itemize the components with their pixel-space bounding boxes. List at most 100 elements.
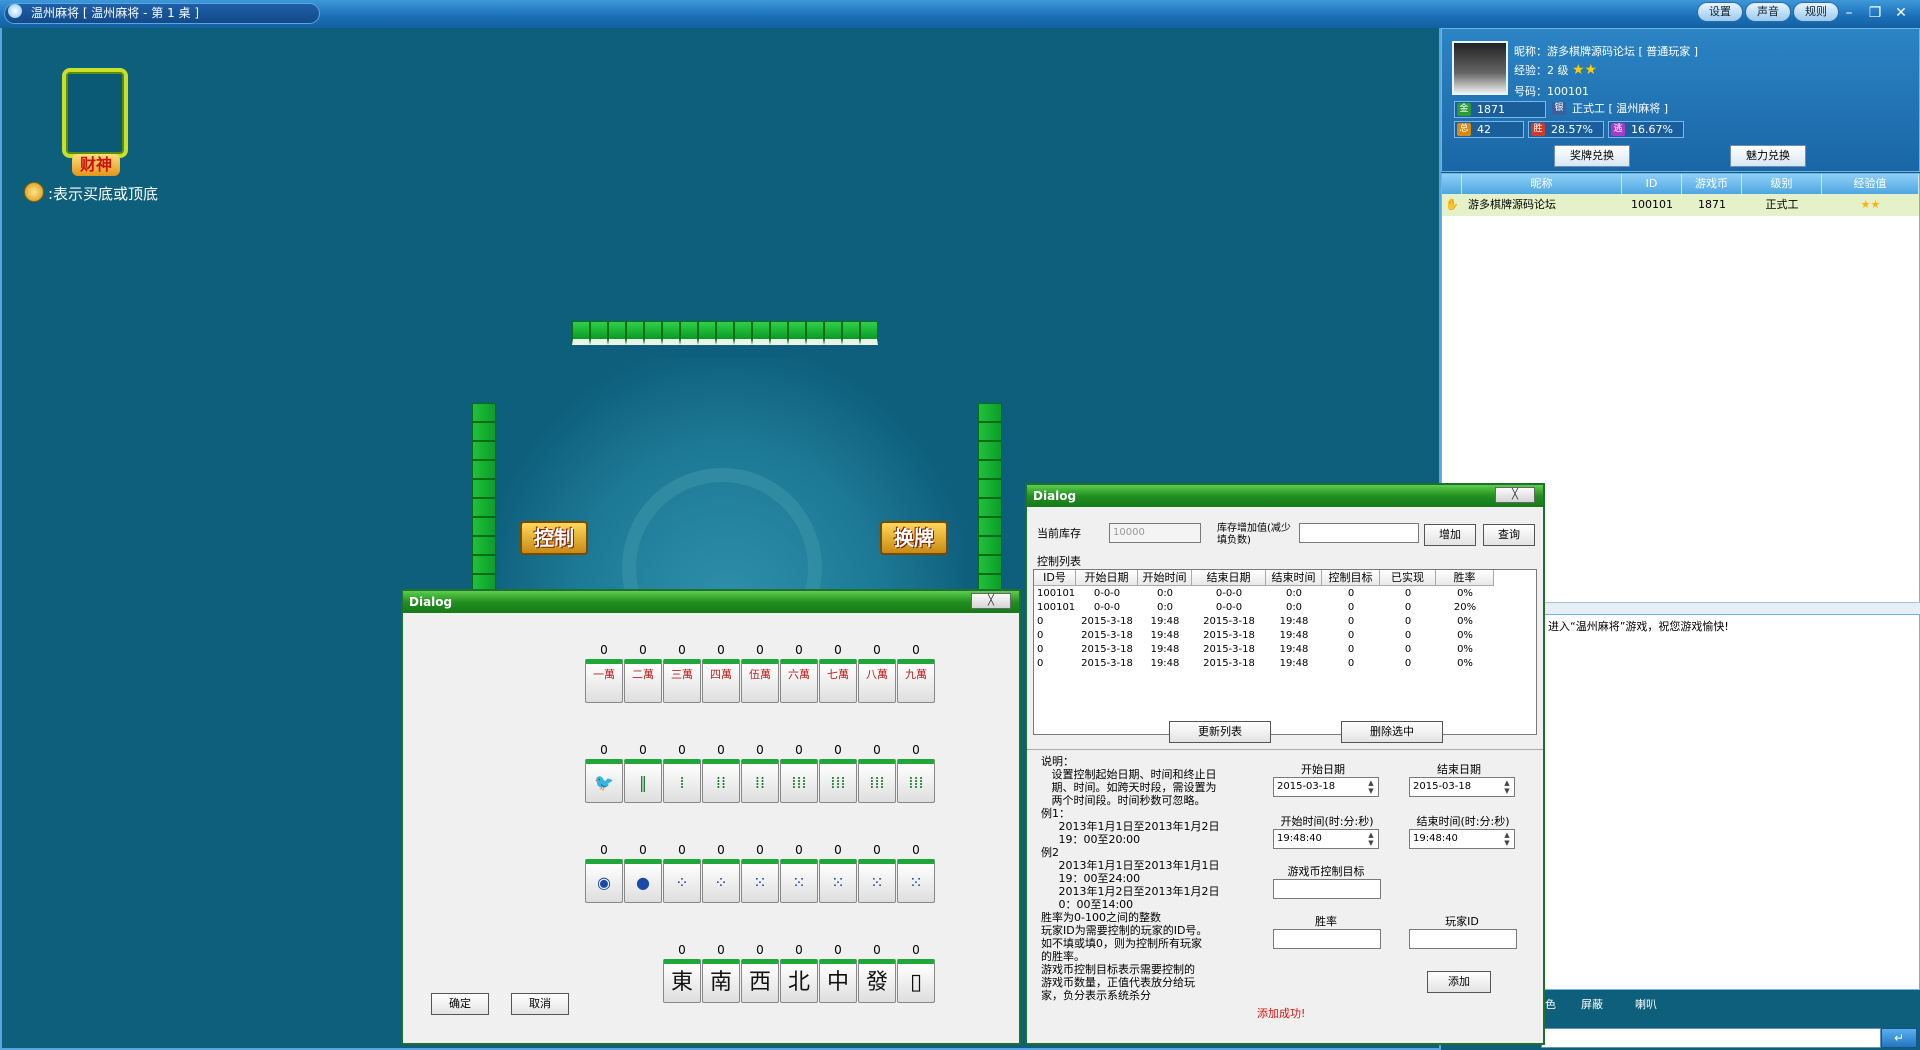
- mahjong-tile[interactable]: 0發: [858, 943, 896, 1003]
- spinner-icon[interactable]: ▲ ▼: [1501, 779, 1513, 795]
- swap-button[interactable]: 换牌: [880, 521, 948, 555]
- col-exp[interactable]: 经验值: [1822, 174, 1919, 194]
- horizontal-scrollbar[interactable]: [1542, 602, 1920, 614]
- mahjong-tile[interactable]: 0 二萬: [624, 643, 662, 703]
- instructions: 说明： 设置控制起始日期、时间和终止日 期、时间。如跨天时段，需设置为 两个时间…: [1041, 755, 1220, 1002]
- charm-exchange-button[interactable]: 魅力兑换: [1730, 145, 1806, 167]
- table-cell: 0%: [1457, 588, 1473, 599]
- close-icon[interactable]: ╳: [1495, 487, 1535, 503]
- column-header[interactable]: 控制目标: [1322, 570, 1380, 586]
- mahjong-tile[interactable]: 0南: [702, 943, 740, 1003]
- mahjong-tile[interactable]: 0 ▯: [897, 943, 935, 1003]
- color-button[interactable]: 色: [1545, 996, 1556, 1012]
- mahjong-tile[interactable]: 0 三萬: [663, 643, 701, 703]
- rules-button[interactable]: 规则: [1793, 2, 1839, 22]
- table-row[interactable]: 0 2015-3-18 19:48 2015-3-18 19:48 0 0 0%: [1034, 630, 1538, 644]
- tile-count: 0: [912, 943, 920, 957]
- query-button[interactable]: 查询: [1483, 524, 1535, 546]
- column-header[interactable]: 结束时间: [1266, 570, 1322, 586]
- spinner-icon[interactable]: ▲ ▼: [1365, 831, 1377, 847]
- refresh-list-button[interactable]: 更新列表: [1169, 721, 1271, 743]
- start-date-picker[interactable]: 2015-03-18 ▲ ▼: [1273, 777, 1379, 797]
- mahjong-tile[interactable]: 0 ●: [624, 843, 662, 903]
- mahjong-tile[interactable]: 0 ⁞⁞⁞: [897, 743, 935, 803]
- mahjong-tile[interactable]: 0 ⁘: [702, 843, 740, 903]
- mahjong-tile[interactable]: 0 九萬: [897, 643, 935, 703]
- spinner-icon[interactable]: ▲ ▼: [1501, 831, 1513, 847]
- column-header[interactable]: 已实现: [1380, 570, 1436, 586]
- control-button[interactable]: 控制: [520, 521, 588, 555]
- mahjong-tile[interactable]: 0 一萬: [585, 643, 623, 703]
- mahjong-tile[interactable]: 0 🐦: [585, 743, 623, 803]
- table-cell: 19:48: [1279, 644, 1309, 655]
- end-date-picker[interactable]: 2015-03-18 ▲ ▼: [1409, 777, 1515, 797]
- mahjong-tile[interactable]: 0 伍萬: [741, 643, 779, 703]
- spinner-icon[interactable]: ▲ ▼: [1365, 779, 1377, 795]
- sound-button[interactable]: 声音: [1745, 2, 1791, 22]
- chat-input[interactable]: [1541, 1028, 1881, 1048]
- mahjong-tile[interactable]: 0 ⁞⁞: [702, 743, 740, 803]
- column-header[interactable]: 结束日期: [1192, 570, 1266, 586]
- mahjong-tile[interactable]: 0 ⁙: [780, 843, 818, 903]
- settings-button[interactable]: 设置: [1697, 2, 1743, 22]
- mahjong-tile[interactable]: 0 ⁞⁞: [741, 743, 779, 803]
- mahjong-tile[interactable]: 0 ⁞⁞⁞: [819, 743, 857, 803]
- horn-button[interactable]: 喇叭: [1635, 996, 1657, 1012]
- close-icon[interactable]: ╳: [971, 593, 1011, 609]
- mahjong-tile[interactable]: 0 ⁙: [858, 843, 896, 903]
- mahjong-tile[interactable]: 0北: [780, 943, 818, 1003]
- mahjong-tile[interactable]: 0西: [741, 943, 779, 1003]
- mahjong-tile[interactable]: 0 ⁙: [897, 843, 935, 903]
- coin-target-input[interactable]: [1273, 879, 1381, 899]
- table-row[interactable]: 0 2015-3-18 19:48 2015-3-18 19:48 0 0 0%: [1034, 658, 1538, 672]
- mahjong-tile[interactable]: 0 六萬: [780, 643, 818, 703]
- col-coins[interactable]: 游戏币: [1682, 174, 1742, 194]
- tile-count: 0: [600, 643, 608, 657]
- table-row[interactable]: 0 2015-3-18 19:48 2015-3-18 19:48 0 0 0%: [1034, 616, 1538, 630]
- column-header[interactable]: 开始日期: [1076, 570, 1138, 586]
- table-row[interactable]: 100101 0-0-0 0:0 0-0-0 0:0 0 0 20%: [1034, 602, 1538, 616]
- col-nickname[interactable]: 昵称: [1462, 174, 1622, 194]
- mahjong-tile[interactable]: 0 ◉: [585, 843, 623, 903]
- reward-exchange-button[interactable]: 奖牌兑换: [1554, 145, 1630, 167]
- col-id[interactable]: ID: [1622, 174, 1682, 194]
- winrate-input[interactable]: [1273, 929, 1381, 949]
- mahjong-tile[interactable]: 0 ⁘: [663, 843, 701, 903]
- table-row[interactable]: 0 2015-3-18 19:48 2015-3-18 19:48 0 0 0%: [1034, 644, 1538, 658]
- add-stock-button[interactable]: 增加: [1424, 524, 1476, 546]
- mahjong-tile[interactable]: 0中: [819, 943, 857, 1003]
- player-id-input[interactable]: [1409, 929, 1517, 949]
- player-list-header: 昵称 ID 游戏币 级别 经验值: [1442, 174, 1919, 194]
- add-control-button[interactable]: 添加: [1427, 971, 1491, 993]
- restore-icon[interactable]: ❐: [1864, 3, 1886, 23]
- mahjong-tile[interactable]: 0 七萬: [819, 643, 857, 703]
- mahjong-tile[interactable]: 0 ⁙: [741, 843, 779, 903]
- close-icon[interactable]: ✕: [1890, 3, 1912, 23]
- block-button[interactable]: 屏蔽: [1581, 996, 1603, 1012]
- column-header[interactable]: 开始时间: [1138, 570, 1192, 586]
- stock-inc-input[interactable]: [1299, 523, 1419, 543]
- control-table[interactable]: ID号 开始日期 开始时间 结束日期 结束时间 控制目标 已实现 胜率 100101 0-0-0 0…: [1033, 569, 1537, 735]
- mahjong-tile[interactable]: 0 ⁙: [819, 843, 857, 903]
- mahjong-tile[interactable]: 0 ⁞⁞⁞: [858, 743, 896, 803]
- mahjong-tile[interactable]: 0 ⁞⁞⁞: [780, 743, 818, 803]
- mahjong-tile[interactable]: 0 ⁞: [663, 743, 701, 803]
- column-header[interactable]: ID号: [1034, 570, 1076, 586]
- table-row[interactable]: 100101 0-0-0 0:0 0-0-0 0:0 0 0 0%: [1034, 588, 1538, 602]
- user-nickname: 昵称：游多棋牌源码论坛 [ 普通玩家 ]: [1514, 45, 1699, 58]
- col-level[interactable]: 级别: [1742, 174, 1822, 194]
- tile-count: 0: [756, 943, 764, 957]
- send-button[interactable]: ↵: [1881, 1028, 1917, 1048]
- column-header[interactable]: 胜率: [1436, 570, 1494, 586]
- mahjong-tile[interactable]: 0 八萬: [858, 643, 896, 703]
- mahjong-tile[interactable]: 0 ‖: [624, 743, 662, 803]
- cancel-button[interactable]: 取消: [511, 993, 569, 1015]
- ok-button[interactable]: 确定: [431, 993, 489, 1015]
- mahjong-tile[interactable]: 0東: [663, 943, 701, 1003]
- table-row[interactable]: ✋ 游多棋牌源码论坛 100101 1871 正式工 ★★: [1442, 194, 1919, 216]
- end-time-picker[interactable]: 19:48:40 ▲ ▼: [1409, 829, 1515, 849]
- start-time-picker[interactable]: 19:48:40 ▲ ▼: [1273, 829, 1379, 849]
- mahjong-tile[interactable]: 0 四萬: [702, 643, 740, 703]
- delete-selected-button[interactable]: 删除选中: [1341, 721, 1443, 743]
- minimize-icon[interactable]: –: [1838, 3, 1860, 23]
